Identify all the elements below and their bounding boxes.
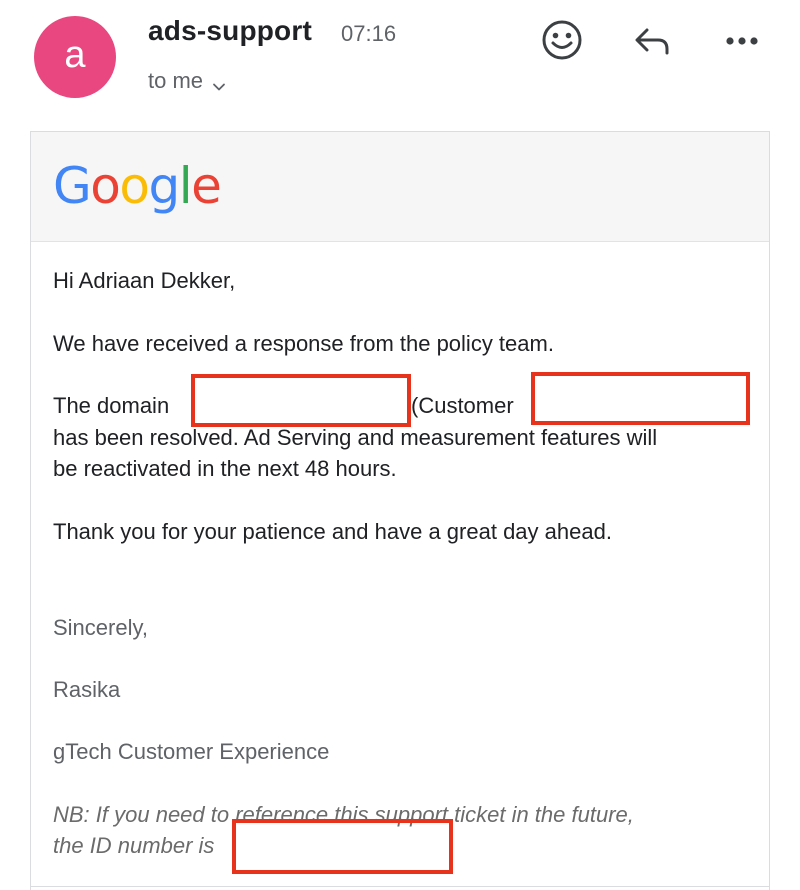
- message-time: 07:16: [341, 21, 397, 46]
- divider: [30, 886, 770, 887]
- email-card: Google Hi Adriaan Dekker, We have receiv…: [30, 131, 770, 890]
- logo-letter: o: [119, 157, 150, 215]
- reply-icon: [630, 18, 674, 67]
- email-banner: Google: [31, 132, 769, 242]
- customer-prefix: (Customer: [411, 393, 514, 418]
- sender-avatar[interactable]: a: [34, 16, 116, 98]
- logo-letter: G: [53, 157, 92, 215]
- redacted-domain-box: [191, 374, 411, 427]
- recipient-toggle[interactable]: to me: [148, 68, 226, 94]
- paragraph-thank-you: Thank you for your patience and have a g…: [53, 519, 612, 544]
- recipient-label: to me: [148, 68, 204, 93]
- greeting: Hi Adriaan Dekker,: [53, 268, 236, 293]
- signer-team: gTech Customer Experience: [53, 739, 330, 764]
- more-icon: [720, 18, 764, 67]
- reply-button[interactable]: [628, 18, 676, 66]
- add-reaction-button[interactable]: [538, 18, 586, 66]
- domain-prefix: The domain: [53, 393, 170, 418]
- logo-letter: e: [191, 157, 222, 215]
- closing-sincerely: Sincerely,: [53, 615, 148, 640]
- redacted-ticket-id-box: [232, 819, 453, 874]
- redacted-customer-id-box: [531, 372, 750, 425]
- more-options-button[interactable]: [718, 18, 766, 66]
- chevron-down-icon: [212, 74, 226, 91]
- logo-letter: l: [178, 157, 193, 215]
- logo-letter: o: [90, 157, 121, 215]
- logo-letter: g: [148, 157, 180, 215]
- signer-name: Rasika: [53, 677, 121, 702]
- sender-name[interactable]: ads-support: [148, 15, 312, 47]
- paragraph-policy-response: We have received a response from the pol…: [53, 331, 554, 356]
- paragraph-domain-line3: be reactivated in the next 48 hours.: [53, 456, 397, 481]
- emoji-icon: [540, 18, 584, 67]
- google-logo: Google: [53, 156, 222, 216]
- message-header: a ads-support 07:16 to me: [0, 0, 800, 120]
